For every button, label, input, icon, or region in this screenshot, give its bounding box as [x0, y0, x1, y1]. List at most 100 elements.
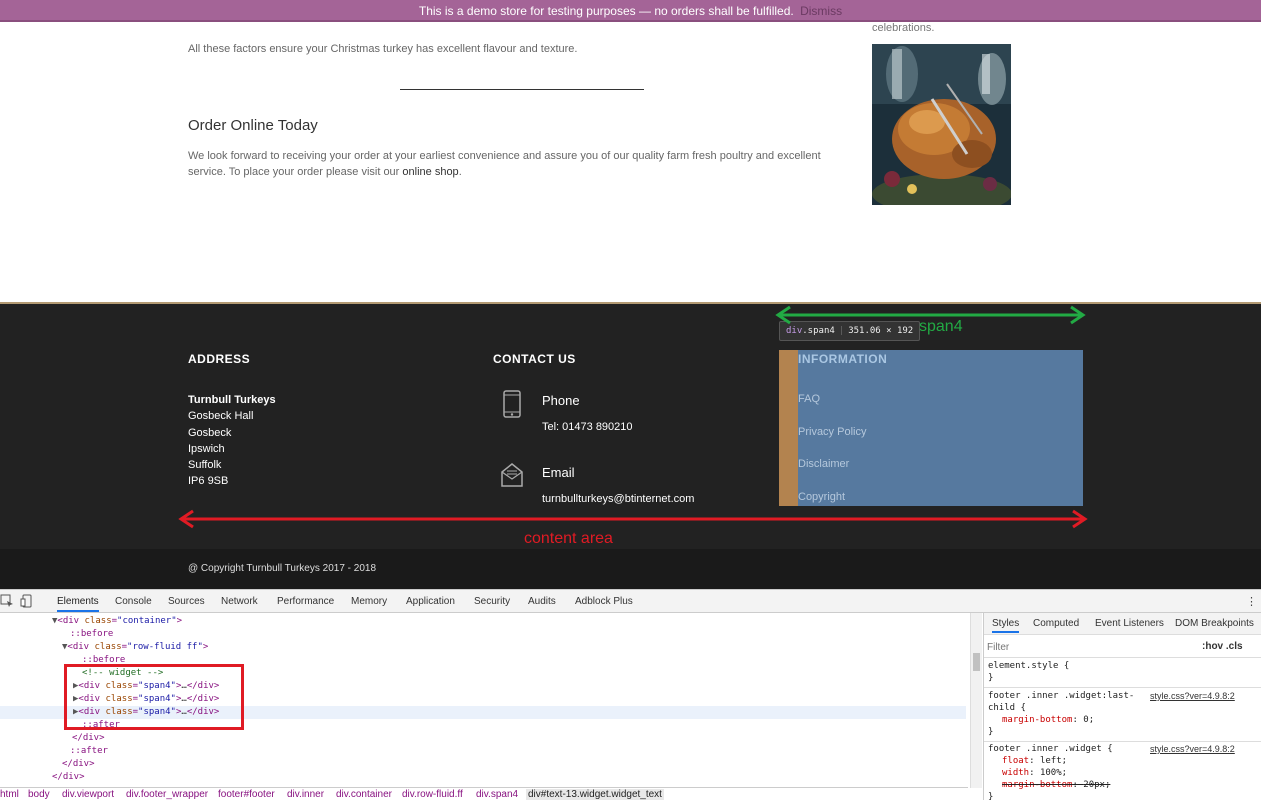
tab-dom-breakpoints[interactable]: DOM Breakpoints: [1175, 618, 1254, 629]
order-online-text: We look forward to receiving your order …: [188, 148, 848, 180]
address-block: Turnbull Turkeys Gosbeck Hall Gosbeck Ip…: [188, 392, 276, 490]
tooltip-tag: div: [786, 326, 803, 336]
tooltip-size: 351.06 × 192: [848, 326, 914, 336]
demo-store-banner: This is a demo store for testing purpose…: [0, 0, 1261, 22]
faq-link[interactable]: FAQ: [798, 393, 820, 405]
rule-close: }: [988, 673, 994, 683]
tab-security[interactable]: Security: [474, 596, 510, 607]
span4-annotation-box: [64, 664, 244, 730]
dom-tree: ▼<div class="container"> ::before ▼<div …: [0, 613, 968, 788]
page-content: celebrations. All these factors ensure y…: [0, 22, 1261, 302]
rule2-declaration-width[interactable]: width: 100%;: [1002, 768, 1067, 778]
copyright-bar: @ Copyright Turnbull Turkeys 2017 - 2018: [0, 549, 1261, 589]
dom-node-container[interactable]: ▼<div class="container">: [52, 615, 182, 628]
image-caption: celebrations.: [872, 22, 935, 34]
dom-pseudo-after[interactable]: ::after: [70, 745, 108, 758]
phone-label: Phone: [542, 393, 580, 408]
tab-memory[interactable]: Memory: [351, 596, 387, 607]
hov-cls-toggles[interactable]: :hov .cls: [1202, 641, 1243, 652]
phone-icon: [502, 390, 522, 423]
breadcrumb-item[interactable]: body: [28, 789, 50, 800]
rule2-declaration-margin-overridden[interactable]: margin-bottom: 20px;: [1002, 780, 1110, 790]
roast-turkey-image: [872, 44, 1011, 205]
breadcrumb-item-active[interactable]: div#text-13.widget.widget_text: [526, 789, 664, 800]
address-heading: ADDRESS: [188, 352, 251, 366]
rule-close: }: [988, 792, 994, 800]
content-area-annotation-label: content area: [524, 530, 613, 547]
tab-elements[interactable]: Elements: [57, 596, 99, 612]
rule2-declaration-float[interactable]: float: left;: [1002, 756, 1067, 766]
phone-number: Tel: 01473 890210: [542, 421, 633, 433]
section-divider: [400, 89, 644, 90]
online-shop-link[interactable]: online shop: [402, 166, 458, 178]
paragraph-flavour: All these factors ensure your Christmas …: [188, 43, 578, 55]
site-footer: ADDRESS Turnbull Turkeys Gosbeck Hall Go…: [0, 302, 1261, 550]
tab-console[interactable]: Console: [115, 596, 152, 607]
address-line: Gosbeck Hall: [188, 410, 254, 423]
dom-node-row-fluid[interactable]: ▼<div class="row-fluid ff">: [62, 641, 208, 654]
address-line: Suffolk: [188, 459, 222, 472]
tab-sources[interactable]: Sources: [168, 596, 205, 607]
rule1-selector-cont[interactable]: child {: [988, 703, 1026, 713]
email-address[interactable]: turnbullturkeys@btinternet.com: [542, 493, 694, 505]
tab-styles[interactable]: Styles: [992, 618, 1020, 633]
address-line: Ipswich: [188, 442, 225, 455]
order-online-heading: Order Online Today: [188, 117, 318, 134]
styles-filter-input[interactable]: [987, 639, 1193, 655]
address-line: IP6 9SB: [188, 475, 229, 488]
tab-performance[interactable]: Performance: [277, 596, 334, 607]
contact-heading: CONTACT US: [493, 352, 576, 366]
breadcrumb-item[interactable]: div.span4: [476, 789, 518, 800]
breadcrumb-item[interactable]: footer#footer: [218, 789, 275, 800]
dismiss-link[interactable]: Dismiss: [800, 4, 842, 18]
tab-event-listeners[interactable]: Event Listeners: [1095, 618, 1164, 629]
rule2-source-link[interactable]: style.css?ver=4.9.8:2: [1150, 744, 1235, 754]
order-text-body: We look forward to receiving your order …: [188, 150, 821, 178]
order-text-tail: .: [458, 166, 462, 178]
dom-pseudo-before[interactable]: ::before: [70, 628, 113, 641]
breadcrumb-item[interactable]: div.footer_wrapper: [126, 789, 208, 800]
padding-highlight: [779, 350, 798, 506]
device-toolbar-icon[interactable]: [20, 594, 34, 608]
tab-adblock-plus[interactable]: Adblock Plus: [575, 596, 633, 607]
copyright-text: @ Copyright Turnbull Turkeys 2017 - 2018: [188, 563, 377, 574]
tab-audits[interactable]: Audits: [528, 596, 556, 607]
envelope-icon: [500, 462, 524, 493]
demo-banner-text: This is a demo store for testing purpose…: [418, 4, 794, 18]
more-options-icon[interactable]: ⋮: [1246, 595, 1257, 608]
breadcrumb-item[interactable]: div.inner: [287, 789, 324, 800]
element-style-rule[interactable]: element.style {: [988, 661, 1069, 671]
breadcrumb-item[interactable]: div.row-fluid.ff: [402, 789, 463, 800]
rule1-selector[interactable]: footer .inner .widget:last-: [988, 691, 1134, 701]
information-heading: INFORMATION: [798, 352, 888, 366]
inspector-tooltip: div.span4 | 351.06 × 192: [779, 321, 921, 341]
span4-annotation-label: span4: [919, 318, 963, 335]
rule1-declaration[interactable]: margin-bottom: 0;: [1002, 715, 1094, 725]
tab-computed[interactable]: Computed: [1033, 618, 1079, 629]
address-line: Gosbeck: [188, 426, 232, 439]
devtools-toolbar: Elements Console Sources Network Perform…: [0, 590, 1261, 613]
dom-scrollbar[interactable]: [970, 613, 982, 788]
privacy-policy-link[interactable]: Privacy Policy: [798, 426, 866, 438]
styles-tabs: Styles Computed Event Listeners DOM Brea…: [984, 613, 1261, 635]
dom-close-div[interactable]: </div>: [72, 732, 105, 745]
dom-close-div[interactable]: </div>: [52, 771, 85, 784]
rule1-source-link[interactable]: style.css?ver=4.9.8:2: [1150, 691, 1235, 701]
rule-close: }: [988, 727, 994, 737]
company-name: Turnbull Turkeys: [188, 394, 276, 406]
tab-application[interactable]: Application: [406, 596, 455, 607]
breadcrumb-item[interactable]: html: [0, 789, 19, 800]
copyright-link[interactable]: Copyright: [798, 491, 845, 503]
devtools-panel: Elements Console Sources Network Perform…: [0, 589, 1261, 800]
tooltip-class: .span4: [802, 326, 835, 336]
tab-network[interactable]: Network: [221, 596, 258, 607]
breadcrumb-item[interactable]: div.viewport: [62, 789, 114, 800]
dom-close-div[interactable]: </div>: [62, 758, 95, 771]
disclaimer-link[interactable]: Disclaimer: [798, 458, 849, 470]
email-label: Email: [542, 465, 575, 480]
breadcrumb-item[interactable]: div.container: [336, 789, 392, 800]
styles-pane: Styles Computed Event Listeners DOM Brea…: [983, 613, 1261, 800]
rule2-selector[interactable]: footer .inner .widget {: [988, 744, 1113, 754]
inspect-element-icon[interactable]: [0, 594, 14, 608]
dom-breadcrumb: html body div.viewport div.footer_wrappe…: [0, 787, 968, 800]
